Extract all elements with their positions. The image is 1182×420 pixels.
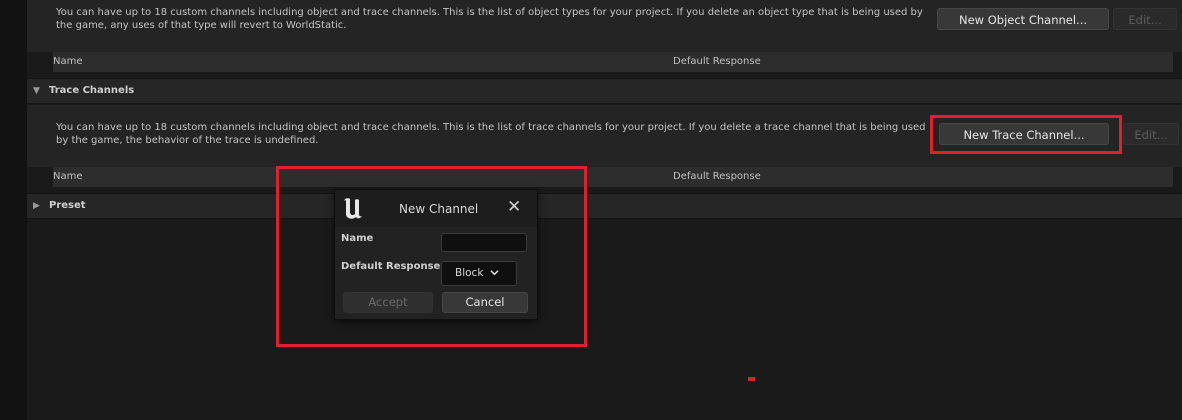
unreal-logo-icon	[344, 198, 362, 219]
trace-channels-description: You can have up to 18 custom channels in…	[56, 122, 926, 146]
left-gutter	[0, 0, 27, 420]
column-name: Name	[53, 171, 83, 182]
triangle-right-icon: ▶	[33, 201, 40, 211]
dialog-title: New Channel	[399, 202, 479, 216]
cancel-button[interactable]: Cancel	[442, 292, 528, 313]
chevron-down-icon	[490, 270, 499, 276]
preset-title: Preset	[49, 200, 86, 211]
object-channels-column-header: Name Default Response	[53, 52, 1173, 72]
trace-channels-column-header: Name Default Response	[53, 167, 1173, 187]
trace-channels-section-header[interactable]: ▼ Trace Channels	[27, 78, 1182, 104]
new-object-channel-button[interactable]: New Object Channel...	[937, 8, 1109, 30]
trace-channels-title: Trace Channels	[49, 85, 135, 96]
default-response-label: Default Response	[341, 261, 441, 272]
column-default-response: Default Response	[673, 56, 761, 67]
highlight-new-trace-channel	[930, 115, 1122, 154]
default-response-dropdown[interactable]: Block	[441, 261, 517, 286]
preset-section-header[interactable]: ▶ Preset	[27, 193, 1182, 219]
column-default-response: Default Response	[673, 171, 761, 182]
edit-trace-channel-button[interactable]: Edit...	[1123, 123, 1179, 145]
accept-button[interactable]: Accept	[343, 292, 433, 313]
name-label: Name	[341, 233, 374, 244]
triangle-down-icon: ▼	[33, 86, 40, 96]
close-icon[interactable]: ✕	[507, 199, 521, 216]
highlight-marker	[748, 377, 755, 381]
edit-object-channel-button[interactable]: Edit...	[1113, 8, 1177, 30]
object-channels-description: You can have up to 18 custom channels in…	[56, 7, 923, 31]
column-name: Name	[53, 56, 83, 67]
default-response-value: Block	[455, 267, 484, 279]
new-channel-dialog: New Channel ✕ Name Default Response Bloc…	[334, 189, 538, 320]
dialog-titlebar: New Channel ✕	[335, 190, 537, 227]
channel-name-input[interactable]	[441, 233, 527, 252]
